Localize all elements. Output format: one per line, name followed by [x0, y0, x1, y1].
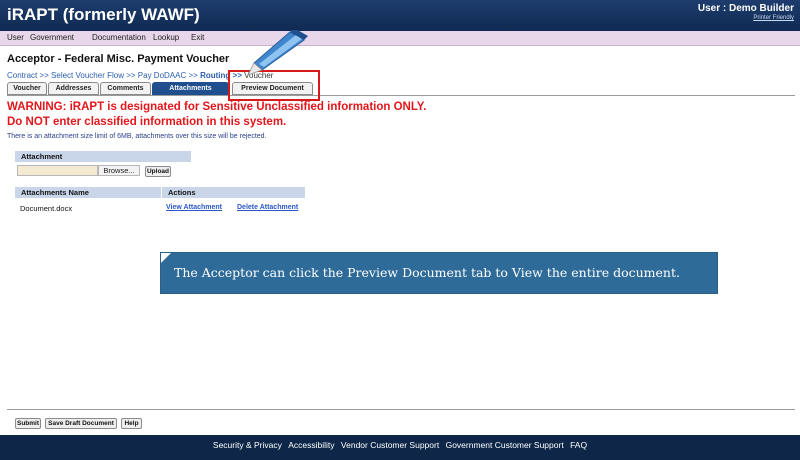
menu-lookup[interactable]: Lookup	[153, 33, 179, 42]
breadcrumb-select-voucher-flow[interactable]: Select Voucher Flow	[51, 71, 124, 80]
tab-attachments[interactable]: Attachments	[152, 82, 229, 95]
file-path-input[interactable]	[17, 165, 98, 176]
view-attachment-link[interactable]: View Attachment	[166, 204, 222, 211]
footer-vendor-support[interactable]: Vendor Customer Support	[341, 440, 439, 450]
callout-corner-fold	[161, 253, 171, 263]
menu-bar: User Government Documentation Lookup Exi…	[0, 31, 800, 46]
footer-government-support[interactable]: Government Customer Support	[446, 440, 564, 450]
tutorial-callout: The Acceptor can click the Preview Docum…	[160, 252, 718, 294]
submit-button[interactable]: Submit	[15, 418, 41, 429]
tab-divider	[7, 95, 795, 96]
attachments-name-header: Attachments Name	[15, 187, 161, 198]
bottom-divider	[7, 409, 795, 410]
pencil-pointer-icon	[247, 30, 308, 76]
menu-exit[interactable]: Exit	[191, 33, 204, 42]
upload-button[interactable]: Upload	[145, 166, 171, 177]
menu-user[interactable]: User	[7, 33, 24, 42]
tab-comments[interactable]: Comments	[100, 82, 151, 95]
warning-line-1: WARNING: iRAPT is designated for Sensiti…	[7, 101, 427, 113]
attachment-file-name: Document.docx	[20, 204, 73, 213]
breadcrumb-routing[interactable]: Routing	[200, 71, 230, 80]
delete-attachment-link[interactable]: Delete Attachment	[237, 204, 298, 211]
footer: Security & Privacy Accessibility Vendor …	[0, 435, 800, 460]
menu-government[interactable]: Government	[30, 33, 74, 42]
app-header: iRAPT (formerly WAWF) User : Demo Builde…	[0, 0, 800, 31]
attachment-limit-note: There is an attachment size limit of 6MB…	[7, 133, 267, 140]
warning-line-2: Do NOT enter classified information in t…	[7, 116, 287, 128]
breadcrumb-contract[interactable]: Contract	[7, 71, 37, 80]
breadcrumb-pay-dodaac[interactable]: Pay DoDAAC	[138, 71, 186, 80]
user-info: User : Demo Builder Printer Friendly	[698, 3, 794, 21]
tab-voucher[interactable]: Voucher	[7, 82, 47, 95]
menu-documentation[interactable]: Documentation	[92, 33, 146, 42]
browse-button[interactable]: Browse...	[98, 165, 140, 176]
footer-links: Security & Privacy Accessibility Vendor …	[0, 440, 800, 450]
breadcrumb-sep: >>	[188, 71, 198, 80]
printer-friendly-link[interactable]: Printer Friendly	[698, 15, 794, 21]
footer-security-privacy[interactable]: Security & Privacy	[213, 440, 282, 450]
breadcrumb-sep: >>	[39, 71, 49, 80]
footer-accessibility[interactable]: Accessibility	[288, 440, 334, 450]
app-title: iRAPT (formerly WAWF)	[7, 5, 200, 24]
footer-faq[interactable]: FAQ	[570, 440, 587, 450]
tab-addresses[interactable]: Addresses	[48, 82, 99, 95]
save-draft-button[interactable]: Save Draft Document	[45, 418, 117, 429]
user-label: User : Demo Builder	[697, 3, 794, 14]
attachment-section-header: Attachment	[15, 151, 191, 162]
actions-header: Actions	[162, 187, 305, 198]
callout-text: The Acceptor can click the Preview Docum…	[174, 265, 680, 280]
breadcrumb-sep: >>	[126, 71, 136, 80]
page-title: Acceptor - Federal Misc. Payment Voucher	[7, 53, 230, 65]
help-button[interactable]: Help	[121, 418, 142, 429]
